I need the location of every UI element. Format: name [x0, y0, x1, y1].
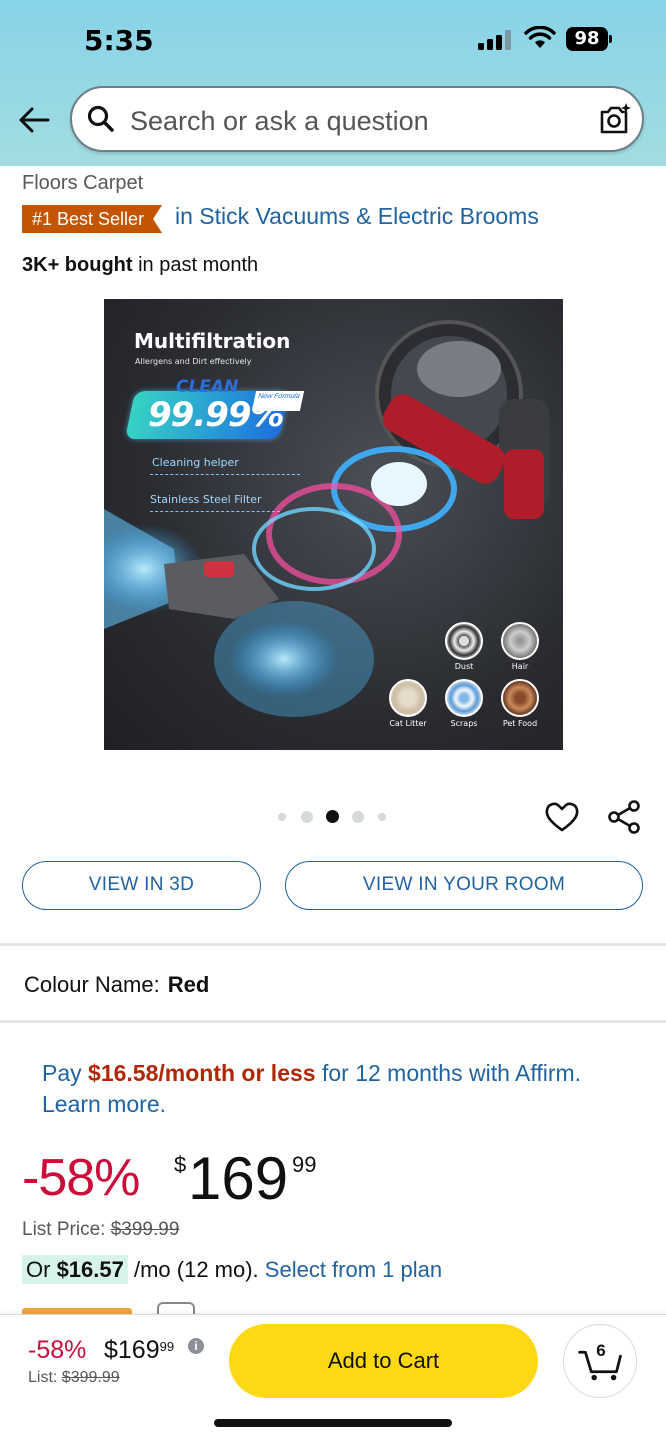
sticky-list-price: List: $399.99 [28, 1369, 120, 1387]
discount-percent: -58% [22, 1149, 140, 1207]
status-time: 5:35 [84, 24, 154, 57]
list-price-value: $399.99 [110, 1219, 180, 1240]
filter-leader-line [150, 511, 280, 512]
sticky-discount: -58% [28, 1336, 87, 1364]
purchase-count: 3K+ bought in past month [22, 254, 258, 277]
search-icon [87, 105, 114, 132]
carousel-dot[interactable] [352, 811, 364, 823]
carousel-dot[interactable] [378, 813, 386, 821]
helper-leader-line [150, 474, 300, 475]
monthly-highlight: Or $16.57 [22, 1255, 128, 1284]
affirm-learn-more-link[interactable]: Learn more. [42, 1091, 166, 1117]
debris-label: Cat Litter [389, 719, 427, 728]
carousel-dot-active[interactable] [326, 810, 339, 823]
debris-label: Pet Food [502, 719, 538, 728]
colour-label: Colour Name: [24, 972, 160, 997]
sticky-price-whole: $169 [104, 1336, 160, 1364]
debris-label: Hair [511, 662, 529, 671]
section-divider [0, 1020, 666, 1023]
debris-label: Scraps [450, 719, 478, 728]
list-price-label: List Price: [22, 1219, 111, 1240]
carousel-dot[interactable] [301, 811, 313, 823]
list-price: List Price: $399.99 [22, 1219, 179, 1241]
filter-label: Stainless Steel Filter [150, 493, 262, 506]
cat-litter-sample-icon [389, 679, 427, 717]
cellular-signal-icon [478, 30, 511, 50]
colour-selector[interactable]: Colour Name: Red [24, 972, 209, 998]
breadcrumb: Floors Carpet [22, 172, 144, 194]
monthly-term: /mo (12 mo). [127, 1257, 265, 1282]
search-input[interactable] [128, 102, 572, 140]
dust-sample-icon [445, 622, 483, 660]
camera-lens-icon[interactable] [596, 102, 632, 138]
cart-button[interactable]: 6 [563, 1324, 637, 1398]
share-icon[interactable] [606, 800, 642, 834]
price-currency: $ [174, 1152, 187, 1177]
wifi-icon [524, 26, 556, 48]
affirm-suffix: for 12 months with Affirm. [315, 1060, 582, 1086]
affirm-amount: $16.58/month or less [88, 1060, 316, 1086]
image-title: Multifiltration [134, 329, 291, 353]
battery-level: 98 [574, 28, 600, 49]
carousel-dot[interactable] [278, 813, 286, 821]
clean-label: CLEAN [176, 377, 239, 397]
affirm-financing-text[interactable]: Pay $16.58/month or less for 12 months w… [42, 1058, 632, 1120]
cart-count: 6 [596, 1341, 606, 1360]
view-in-3d-button[interactable]: VIEW IN 3D [22, 861, 261, 910]
back-arrow-icon[interactable] [16, 102, 52, 138]
add-to-cart-button[interactable]: Add to Cart [229, 1324, 538, 1398]
battery-indicator: 98 [566, 27, 612, 51]
scraps-sample-icon [445, 679, 483, 717]
price-whole: 169 [188, 1145, 289, 1212]
purchase-count-bold: 3K+ bought [22, 254, 133, 276]
cleaning-helper-label: Cleaning helper [152, 456, 239, 469]
sticky-list-label: List: [28, 1369, 62, 1386]
cart-icon [578, 1350, 622, 1381]
heart-icon[interactable] [545, 800, 579, 834]
affirm-prefix: Pay [42, 1060, 89, 1086]
view-in-your-room-button[interactable]: VIEW IN YOUR ROOM [285, 861, 643, 910]
best-seller-category-link[interactable]: in Stick Vacuums & Electric Brooms [175, 203, 539, 230]
app-header: 5:35 98 [0, 0, 666, 166]
info-icon[interactable]: i [188, 1338, 204, 1354]
home-indicator[interactable] [214, 1419, 452, 1427]
carousel-dots[interactable] [278, 810, 388, 824]
sticky-list-value: $399.99 [61, 1369, 120, 1386]
colour-value: Red [167, 972, 210, 997]
purchase-count-rest: in past month [132, 254, 259, 276]
best-seller-badge: #1 Best Seller [22, 205, 162, 233]
section-divider [0, 943, 666, 946]
sticky-price: $16999 [104, 1336, 174, 1365]
image-subtitle: Allergens and Dirt effectively [135, 357, 252, 366]
new-formula-tag: New Formula [251, 391, 305, 411]
sticky-price-fraction: 99 [159, 1339, 175, 1354]
product-image[interactable]: Multifiltration Allergens and Dirt effec… [104, 299, 563, 750]
vacuum-illustration [104, 320, 549, 717]
pet-food-sample-icon [501, 679, 539, 717]
monthly-amount: $16.57 [56, 1257, 124, 1282]
search-bar[interactable] [70, 86, 644, 152]
select-plan-link[interactable]: Select from 1 plan [265, 1257, 442, 1282]
monthly-plan: Or $16.57 /mo (12 mo). Select from 1 pla… [22, 1255, 442, 1284]
debris-label: Dust [454, 662, 474, 671]
hair-sample-icon [501, 622, 539, 660]
monthly-or: Or [26, 1257, 57, 1282]
price-fraction: 99 [292, 1152, 317, 1177]
